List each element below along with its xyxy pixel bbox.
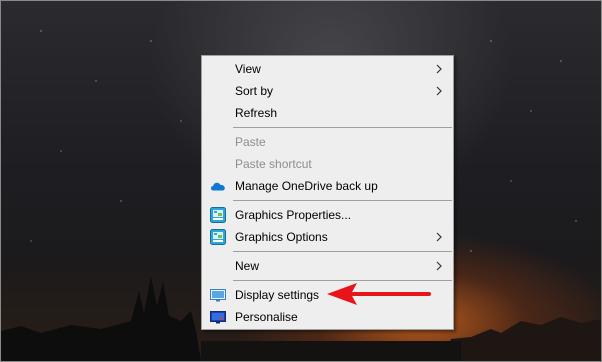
menu-item-label: Personalise	[235, 310, 298, 324]
menu-item-label: Manage OneDrive back up	[235, 179, 378, 193]
menu-separator	[233, 200, 452, 201]
menu-item-refresh[interactable]: Refresh	[202, 102, 453, 124]
desktop-background[interactable]: View Sort by Refresh Paste Paste shortcu…	[0, 0, 602, 362]
menu-item-new[interactable]: New	[202, 255, 453, 277]
menu-item-label: Graphics Options	[235, 230, 328, 244]
menu-item-sort-by[interactable]: Sort by	[202, 80, 453, 102]
red-arrow-annotation	[327, 283, 431, 305]
menu-item-graphics-properties[interactable]: Graphics Properties...	[202, 204, 453, 226]
chevron-right-icon	[436, 86, 442, 96]
menu-item-label: Refresh	[235, 106, 278, 120]
menu-item-manage-onedrive-backup[interactable]: Manage OneDrive back up	[202, 175, 453, 197]
menu-item-personalise[interactable]: Personalise	[202, 306, 453, 328]
menu-item-label: View	[235, 62, 261, 76]
menu-item-label: Paste shortcut	[235, 157, 312, 171]
menu-separator	[233, 127, 452, 128]
menu-item-paste-shortcut[interactable]: Paste shortcut	[202, 153, 453, 175]
menu-item-label: Display settings	[235, 288, 320, 302]
intel-graphics-icon	[210, 229, 226, 245]
menu-item-label: New	[235, 259, 260, 273]
menu-item-view[interactable]: View	[202, 58, 453, 80]
chevron-right-icon	[436, 232, 442, 242]
menu-item-label: Paste	[235, 135, 266, 149]
menu-item-paste[interactable]: Paste	[202, 131, 453, 153]
chevron-right-icon	[436, 64, 442, 74]
menu-separator	[233, 251, 452, 252]
personalise-icon	[210, 311, 226, 324]
display-settings-icon	[210, 289, 226, 302]
chevron-right-icon	[436, 261, 442, 271]
intel-graphics-icon	[210, 207, 226, 223]
menu-item-graphics-options[interactable]: Graphics Options	[202, 226, 453, 248]
menu-item-label: Sort by	[235, 84, 274, 98]
onedrive-cloud-icon	[211, 182, 225, 191]
menu-item-label: Graphics Properties...	[235, 208, 352, 222]
